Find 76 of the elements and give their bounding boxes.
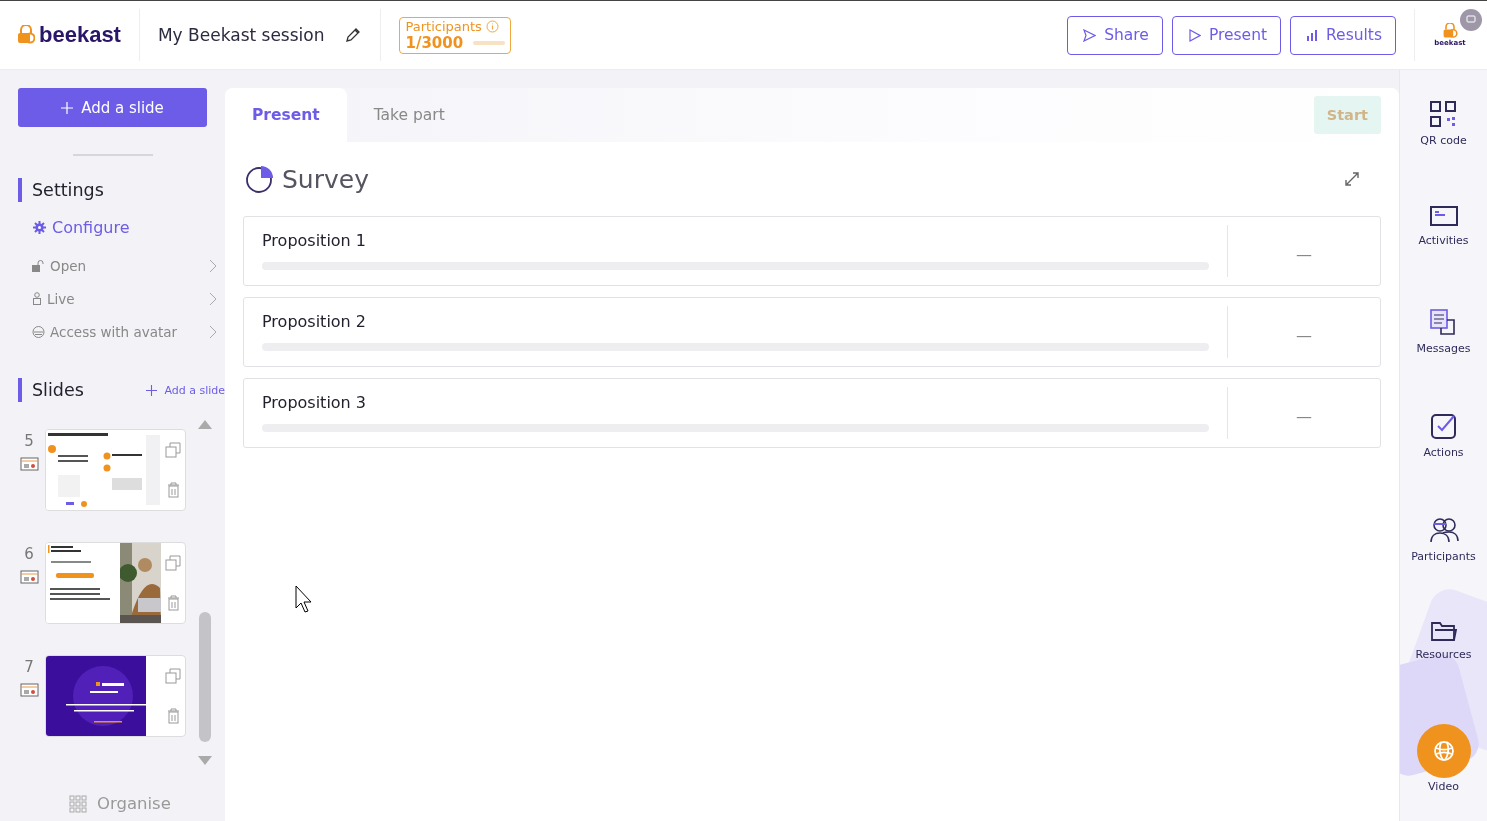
header-button[interactable]: Share (1067, 15, 1163, 55)
duplicate-icon[interactable] (165, 442, 181, 458)
documents-icon (1429, 308, 1458, 336)
slide-number: 6 (24, 545, 34, 563)
scrollbar-thumb[interactable] (199, 612, 211, 742)
result-value: — (1296, 325, 1312, 345)
scroll-down-icon[interactable] (198, 756, 212, 765)
globe-icon (1431, 739, 1456, 763)
rail-item[interactable]: Resources (1415, 620, 1472, 724)
pie-chart-icon (245, 164, 275, 194)
chat-badge-icon[interactable] (1460, 9, 1482, 31)
organise-button[interactable]: Organise (63, 793, 177, 814)
logo-icon (17, 25, 35, 45)
header-button[interactable]: Results (1290, 15, 1396, 55)
scroll-up-icon[interactable] (198, 420, 212, 429)
people-icon (1428, 516, 1459, 544)
trash-icon[interactable] (166, 595, 180, 611)
rail-item[interactable]: Participants (1411, 516, 1476, 620)
header-button[interactable]: Present (1171, 15, 1282, 55)
send-icon (1083, 28, 1097, 42)
expand-icon[interactable] (1343, 170, 1361, 188)
slide-number: 5 (24, 432, 34, 450)
section-title: Slides (32, 380, 85, 400)
add-slide-button[interactable]: Add a slide (18, 88, 207, 127)
rail-item[interactable]: Messages (1416, 308, 1471, 412)
slide-type-icon (19, 569, 39, 584)
chevron-icon (209, 291, 217, 306)
proposition-label: Proposition 3 (262, 393, 368, 412)
person-icon (32, 292, 42, 305)
result-value: — (1296, 244, 1312, 264)
brand-name: beekast (39, 22, 121, 48)
duplicate-icon[interactable] (165, 555, 181, 571)
tab[interactable]: Take part (346, 88, 472, 142)
settings-item[interactable]: Live (32, 282, 225, 315)
slide-card[interactable] (45, 655, 186, 737)
trash-icon[interactable] (166, 482, 180, 498)
slide-number: 7 (24, 658, 34, 676)
result-value: — (1296, 406, 1312, 426)
session-title: My Beekast session (157, 25, 325, 45)
chevron-icon (209, 258, 217, 273)
rail-item[interactable]: Actions (1423, 412, 1464, 516)
gear-icon (33, 221, 46, 234)
participants-count: 1/3000 (405, 33, 464, 52)
section-title: Settings (32, 180, 104, 200)
add-slide-link[interactable]: Add a slide (146, 383, 225, 397)
duplicate-icon[interactable] (165, 668, 181, 684)
window-icon (1428, 204, 1459, 228)
qr-code-icon (1429, 100, 1458, 128)
play-icon (1187, 28, 1201, 42)
slide-card[interactable] (45, 542, 186, 624)
grid-icon (69, 794, 87, 813)
logo-icon (1442, 23, 1458, 39)
plus-icon (146, 384, 158, 396)
chevron-icon (209, 324, 217, 339)
settings-item[interactable]: Access with avatar (32, 315, 225, 348)
rail-item[interactable]: Activities (1418, 204, 1469, 308)
folder-icon (1429, 620, 1458, 642)
settings-item[interactable]: Open (32, 249, 225, 282)
cursor-icon (295, 585, 315, 613)
slide-type-icon (19, 682, 39, 697)
checkbox-icon (1429, 412, 1458, 440)
configure-link[interactable]: Configure (33, 218, 225, 237)
bar-chart-icon (1306, 29, 1319, 41)
rail-item[interactable]: QR code (1420, 100, 1467, 204)
proposition-label: Proposition 2 (262, 312, 368, 331)
slide-card[interactable] (45, 429, 186, 511)
trash-icon[interactable] (166, 708, 180, 724)
participants-label: Participants (405, 18, 482, 34)
slide-type-icon (19, 456, 39, 471)
slide-title: Survey (282, 164, 369, 194)
avatar-icon (32, 325, 45, 338)
padlock-icon (32, 259, 45, 272)
plus-icon (61, 101, 74, 114)
tab[interactable]: Present (225, 88, 347, 142)
proposition-label: Proposition 1 (262, 231, 368, 250)
info-icon[interactable] (485, 19, 499, 33)
